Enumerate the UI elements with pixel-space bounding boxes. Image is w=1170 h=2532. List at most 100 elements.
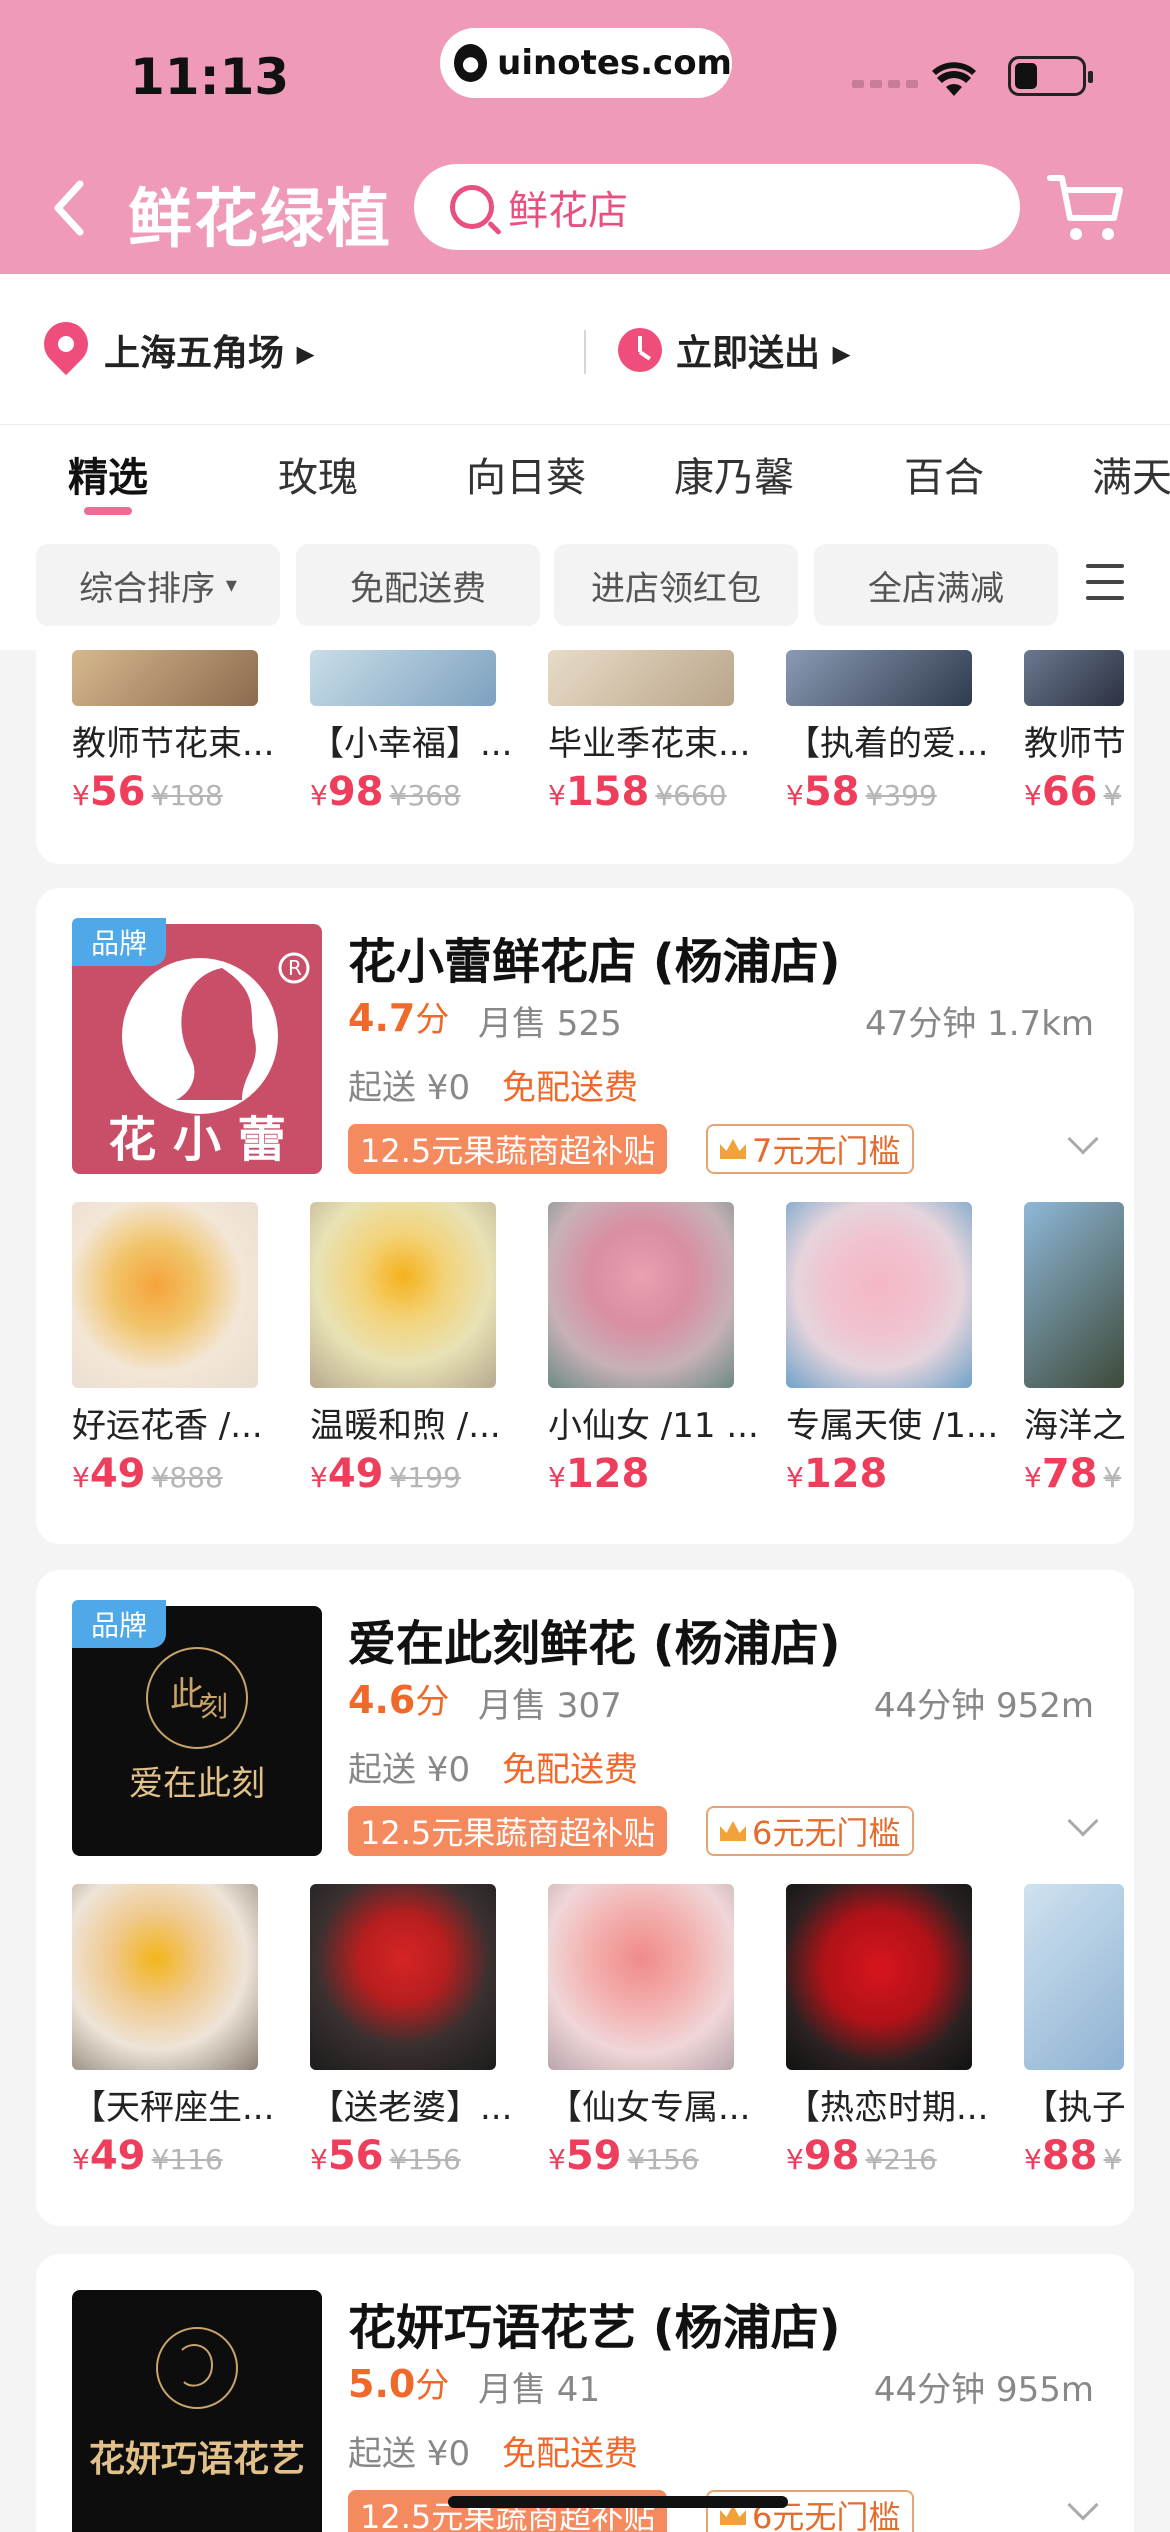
product-item[interactable]: 【仙女专属... ¥59 ¥156	[512, 1884, 750, 2179]
product-item[interactable]: 教师节 ¥66 ¥	[988, 650, 1134, 815]
free-delivery-tag: 免配送费	[502, 2434, 638, 2474]
delivery-time-selector[interactable]: 立即送出 ▸	[676, 324, 851, 376]
product-name: 【小幸福】...	[310, 724, 513, 764]
page-title: 鲜花绿植	[128, 183, 392, 257]
product-item[interactable]: 好运花香 /... ¥49 ¥888	[36, 1202, 274, 1497]
product-image	[310, 1884, 496, 2070]
location-bar: 上海五角场 ▸ 立即送出 ▸	[0, 274, 1170, 424]
url-text: uinotes.com	[497, 43, 732, 83]
product-image	[1024, 650, 1124, 706]
subsidy-badge: 12.5元果蔬商超补贴	[348, 1124, 668, 1174]
search-input[interactable]: 鲜花店	[414, 164, 1020, 250]
brand-badge: 品牌	[72, 1600, 166, 1648]
shop-logo-text: 花妍巧语花艺	[88, 2439, 305, 2480]
product-item[interactable]: 温暖和煦 /... ¥49 ¥199	[274, 1202, 512, 1497]
search-icon	[450, 185, 494, 229]
product-item[interactable]: 【执着的爱... ¥58 ¥399	[750, 650, 988, 815]
expand-chevron-icon[interactable]	[1067, 1123, 1099, 1155]
product-item[interactable]: 专属天使 /1... ¥128	[750, 1202, 998, 1497]
shop-card[interactable]: 此 刻 爱在此刻 品牌 爱在此刻鲜花 (杨浦店) 4.6分 月售 307 44分…	[36, 1570, 1134, 2226]
tab-lily[interactable]: 百合	[904, 445, 984, 503]
product-price: ¥88 ¥	[1024, 2133, 1122, 2179]
product-name: 【执子	[1024, 2088, 1124, 2128]
coupon-badge[interactable]: 6元无门槛	[706, 1806, 915, 1856]
product-price: ¥59 ¥156	[548, 2133, 699, 2179]
filter-discount[interactable]: 全店满减	[814, 544, 1058, 626]
filter-red-packet[interactable]: 进店领红包	[554, 544, 798, 626]
crown-icon	[720, 1821, 746, 1841]
shop-card[interactable]: R 花 小 蕾 品牌 花小蕾鲜花店 (杨浦店) 4.7分 月售 525 47分钟…	[36, 888, 1134, 1544]
crown-icon	[720, 2505, 746, 2525]
home-indicator	[448, 2496, 788, 2508]
product-image	[72, 650, 258, 706]
tab-carnation[interactable]: 康乃馨	[674, 445, 794, 503]
location-pin-icon	[34, 312, 98, 376]
product-item[interactable]: 海洋之 ¥78 ¥	[988, 1202, 1134, 1497]
expand-chevron-icon[interactable]	[1067, 1805, 1099, 1837]
delivery-eta-distance: 44分钟 952m	[873, 1686, 1094, 1726]
product-name: 【仙女专属...	[548, 2088, 751, 2128]
filter-free-delivery[interactable]: 免配送费	[296, 544, 540, 626]
product-name: 教师节花束...	[72, 724, 275, 764]
tab-featured[interactable]: 精选	[68, 445, 148, 503]
product-price: ¥58 ¥399	[786, 769, 937, 815]
delivery-label: 立即送出	[676, 333, 821, 374]
product-item[interactable]: 小仙女 /11 ... ¥128	[512, 1202, 759, 1497]
signal-icon	[852, 80, 918, 88]
product-item[interactable]: 【天秤座生... ¥49 ¥116	[36, 1884, 274, 2179]
tab-babys-breath[interactable]: 满天星	[1092, 445, 1170, 503]
product-image	[548, 1202, 734, 1388]
product-name: 小仙女 /11 ...	[548, 1406, 759, 1446]
product-price: ¥56 ¥188	[72, 769, 223, 815]
product-image	[786, 1202, 972, 1388]
coupon-badge[interactable]: 7元无门槛	[706, 1124, 915, 1174]
shop-logo: 花妍巧语花艺	[72, 2290, 322, 2532]
subsidy-badge: 12.5元果蔬商超补贴	[348, 1806, 668, 1856]
product-image	[1024, 1202, 1124, 1388]
shop-card-previous: 教师节花束... ¥56 ¥188 【小幸福】... ¥98 ¥368 毕业季花束.…	[36, 650, 1134, 864]
product-name: 专属天使 /1...	[786, 1406, 999, 1446]
wifi-icon	[932, 58, 976, 109]
sort-dropdown[interactable]: 综合排序 ▾	[36, 544, 280, 626]
tab-rose[interactable]: 玫瑰	[278, 445, 358, 503]
product-price: ¥158 ¥660	[548, 769, 727, 815]
shop-logo-text: 爱在此刻	[129, 1764, 265, 1804]
svg-text:刻: 刻	[200, 1690, 228, 1723]
expand-chevron-icon[interactable]	[1067, 2489, 1099, 2521]
product-image	[310, 650, 496, 706]
shop-rating: 4.6分	[348, 1678, 450, 1722]
active-tab-indicator	[84, 507, 132, 515]
free-delivery-tag: 免配送费	[502, 1068, 638, 1108]
site-icon: ●	[454, 44, 488, 82]
product-item[interactable]: 毕业季花束... ¥158 ¥660	[512, 650, 750, 815]
product-item[interactable]: 【小幸福】... ¥98 ¥368	[274, 650, 512, 815]
cart-icon[interactable]	[1046, 170, 1126, 246]
svg-text:R: R	[288, 956, 302, 980]
shop-name: 花妍巧语花艺 (杨浦店)	[348, 2300, 841, 2356]
product-item[interactable]: 【送老婆】... ¥56 ¥156	[274, 1884, 512, 2179]
location-selector[interactable]: 上海五角场 ▸	[104, 324, 315, 376]
product-image	[548, 650, 734, 706]
product-item[interactable]: 【热恋时期... ¥98 ¥216	[750, 1884, 988, 2179]
status-time: 11:13	[130, 48, 290, 106]
product-price: ¥128	[786, 1451, 888, 1497]
shop-card[interactable]: 花妍巧语花艺 花妍巧语花艺 (杨浦店) 5.0分 月售 41 44分钟 955m…	[36, 2254, 1134, 2532]
back-icon[interactable]	[50, 178, 86, 248]
menu-icon[interactable]	[1086, 564, 1124, 604]
min-order: 起送 ¥0	[348, 1068, 471, 1108]
divider	[584, 330, 586, 374]
product-price: ¥49 ¥116	[72, 2133, 223, 2179]
clock-icon	[618, 328, 662, 372]
product-name: 毕业季花束...	[548, 724, 751, 764]
svg-text:此: 此	[170, 1675, 204, 1715]
tab-sunflower[interactable]: 向日葵	[466, 445, 586, 503]
product-item[interactable]: 【执子 ¥88 ¥	[988, 1884, 1134, 2179]
shop-name: 花小蕾鲜花店 (杨浦店)	[348, 934, 841, 990]
sort-label: 综合排序	[79, 568, 216, 609]
shop-name: 爱在此刻鲜花 (杨浦店)	[348, 1616, 841, 1672]
product-name: 海洋之	[1024, 1406, 1124, 1446]
product-price: ¥98 ¥368	[310, 769, 461, 815]
product-item[interactable]: 教师节花束... ¥56 ¥188	[36, 650, 274, 815]
url-pill[interactable]: ● uinotes.com	[440, 28, 732, 98]
shop-logo-text: 花 小 蕾	[108, 1112, 286, 1168]
